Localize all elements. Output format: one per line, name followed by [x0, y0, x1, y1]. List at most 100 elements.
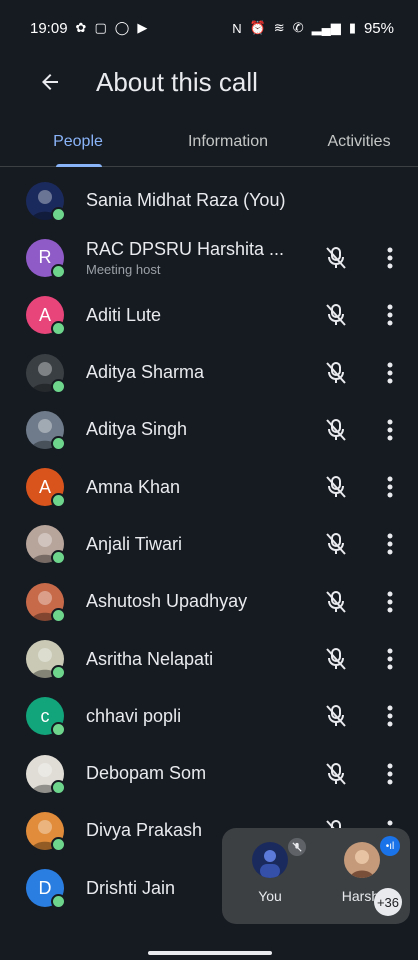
participant-avatar-wrap: [26, 525, 66, 566]
status-time: 19:09: [30, 19, 68, 37]
participant-name-block: Debopam Som: [86, 763, 206, 784]
participant-avatar-wrap: [26, 181, 66, 222]
presence-indicator: [51, 435, 66, 451]
participant-row[interactable]: A Amna Khan: [0, 458, 418, 515]
participant-row[interactable]: c chhavi popli: [0, 688, 418, 745]
participant-name-block: RAC DPSRU Harshita ... Meeting host: [86, 239, 284, 277]
participant-name-block: Sania Midhat Raza (You): [86, 190, 285, 211]
participant-name: Sania Midhat Raza (You): [86, 190, 286, 211]
participant-avatar-wrap: A: [26, 296, 66, 337]
cast-icon: ▢: [94, 20, 107, 35]
participant-name: Anjali Tiwari: [86, 533, 183, 554]
participant-row[interactable]: Debopam Som: [0, 745, 418, 802]
participant-name-block: Ashutosh Upadhyay: [86, 591, 247, 612]
mic-off-icon[interactable]: [320, 643, 352, 675]
mic-off-icon[interactable]: [320, 414, 352, 446]
more-options-icon[interactable]: [378, 700, 402, 732]
more-options-icon[interactable]: [378, 242, 402, 274]
nfc-icon: N: [232, 20, 242, 36]
participant-row[interactable]: Anjali Tiwari: [0, 516, 418, 573]
participant-name: Aditya Sharma: [86, 362, 205, 383]
whatsapp-icon: ◯: [114, 20, 130, 35]
status-left: 19:09 ✿ ▢ ◯ ▶: [30, 20, 147, 37]
participant-name-block: Aditi Lute: [86, 305, 161, 326]
more-options-icon[interactable]: [378, 586, 402, 618]
participant-name: Amna Khan: [86, 476, 181, 497]
tab-information[interactable]: Information: [156, 118, 300, 166]
participant-name: Divya Prakash: [86, 820, 203, 841]
mic-off-icon[interactable]: [320, 586, 352, 618]
call-pip-window[interactable]: You Harshi •ıl +36: [222, 828, 410, 924]
presence-indicator: [51, 779, 66, 795]
speaking-icon: •ıl: [380, 836, 400, 856]
signal-icon: ▂▄▆: [311, 20, 341, 35]
participant-avatar-wrap: [26, 353, 66, 394]
participant-name: Aditya Singh: [86, 419, 188, 440]
participant-avatar-wrap: [26, 754, 66, 795]
mic-off-icon[interactable]: [320, 242, 352, 274]
mic-off-icon[interactable]: [320, 471, 352, 503]
participant-name-block: Aditya Sharma: [86, 362, 204, 383]
participant-avatar-wrap: c: [26, 697, 66, 738]
more-options-icon[interactable]: [378, 643, 402, 675]
tab-activities[interactable]: Activities: [300, 118, 418, 166]
back-arrow-icon[interactable]: [24, 56, 76, 108]
alarm-icon: ⏰: [249, 20, 266, 35]
mic-off-icon: [288, 838, 306, 856]
presence-indicator: [51, 206, 66, 222]
participant-avatar-wrap: [26, 811, 66, 852]
presence-indicator: [51, 321, 66, 337]
page-title: About this call: [96, 66, 258, 97]
participant-row[interactable]: Aditya Sharma: [0, 344, 418, 401]
youtube-icon: ▶: [137, 20, 148, 35]
participant-row[interactable]: Sania Midhat Raza (You): [0, 172, 418, 229]
participant-name: Ashutosh Upadhyay: [86, 591, 248, 612]
participant-name-block: Divya Prakash: [86, 820, 202, 841]
participant-name: Drishti Jain: [86, 877, 176, 898]
participant-avatar-wrap: D: [26, 869, 66, 910]
mic-off-icon[interactable]: [320, 758, 352, 790]
participant-name-block: Anjali Tiwari: [86, 534, 182, 555]
participant-name: Asritha Nelapati: [86, 648, 214, 669]
more-options-icon[interactable]: [378, 357, 402, 389]
status-right: N ⏰ ≋ ✆ ▂▄▆ ▮ 95%: [232, 20, 394, 37]
participant-avatar-wrap: A: [26, 468, 66, 509]
pip-avatar-harshita: [344, 842, 380, 878]
participant-avatar-wrap: [26, 640, 66, 681]
presence-indicator: [51, 550, 66, 566]
more-options-icon[interactable]: [378, 414, 402, 446]
participant-row[interactable]: Ashutosh Upadhyay: [0, 573, 418, 630]
people-list: Sania Midhat Raza (You) R RAC DPSRU Harshi…: [0, 172, 418, 917]
home-indicator[interactable]: [148, 951, 272, 955]
participant-count-badge: +36: [374, 888, 402, 916]
mic-off-icon[interactable]: [320, 299, 352, 331]
more-options-icon[interactable]: [378, 528, 402, 560]
participant-row[interactable]: Aditya Singh: [0, 401, 418, 458]
more-options-icon[interactable]: [378, 758, 402, 790]
participant-name: Debopam Som: [86, 763, 207, 784]
more-options-icon[interactable]: [378, 299, 402, 331]
status-bar: 19:09 ✿ ▢ ◯ ▶ N ⏰ ≋ ✆ ▂▄▆ ▮ 95%: [0, 0, 418, 56]
mic-off-icon[interactable]: [320, 700, 352, 732]
participant-avatar-wrap: [26, 582, 66, 623]
mic-off-icon[interactable]: [320, 528, 352, 560]
participant-row[interactable]: A Aditi Lute: [0, 287, 418, 344]
participant-name: chhavi popli: [86, 705, 182, 726]
wifi-icon: ≋: [273, 20, 285, 35]
participant-role: Meeting host: [86, 261, 161, 277]
participant-row[interactable]: Asritha Nelapati: [0, 630, 418, 687]
mic-off-icon[interactable]: [320, 357, 352, 389]
participant-name: Aditi Lute: [86, 304, 162, 325]
participant-name-block: Drishti Jain: [86, 878, 175, 899]
presence-indicator: [51, 894, 66, 910]
tab-bar: People Information Activities: [0, 118, 418, 167]
more-options-icon[interactable]: [378, 471, 402, 503]
presence-indicator: [51, 836, 66, 852]
participant-name-block: chhavi popli: [86, 706, 181, 727]
participant-name-block: Asritha Nelapati: [86, 649, 213, 670]
participant-name: RAC DPSRU Harshita ...: [86, 238, 285, 259]
presence-indicator: [51, 263, 66, 279]
gear-icon: ✿: [75, 20, 87, 35]
participant-row[interactable]: R RAC DPSRU Harshita ... Meeting host: [0, 229, 418, 286]
tab-people[interactable]: People: [0, 118, 156, 167]
